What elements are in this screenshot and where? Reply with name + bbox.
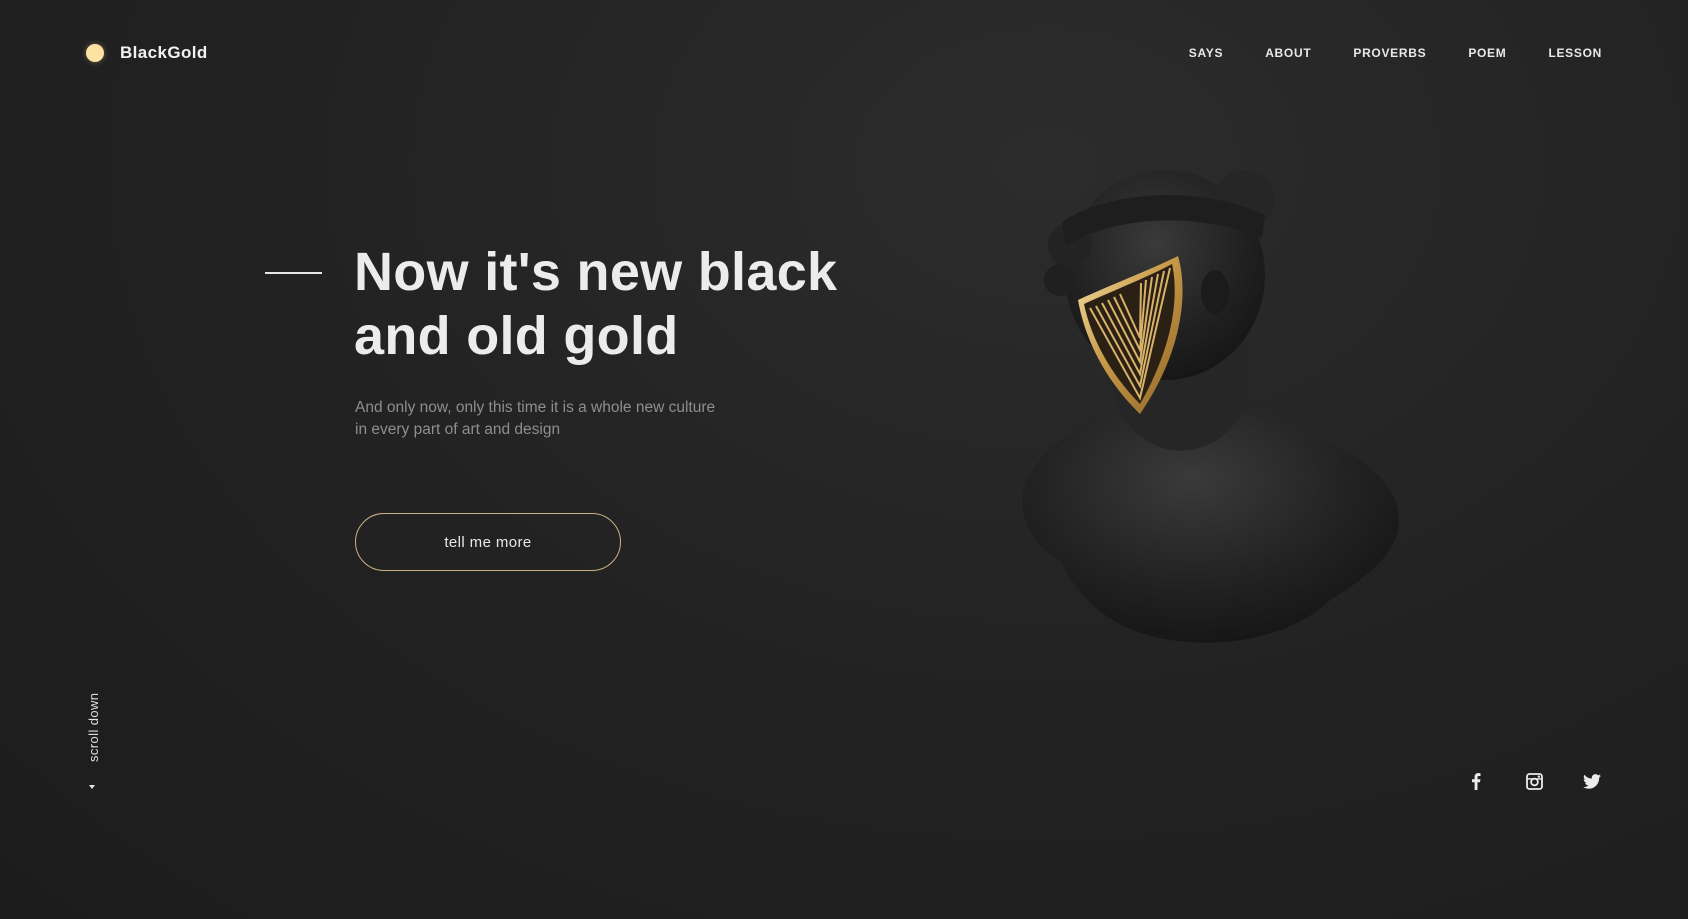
scroll-down-indicator[interactable]: scroll down <box>80 688 108 798</box>
logo[interactable]: BlackGold <box>86 43 208 63</box>
hero-title-line-1: Now it's new black <box>354 242 838 302</box>
facebook-icon[interactable] <box>1466 771 1486 791</box>
hero-subtitle: And only now, only this time it is a who… <box>355 397 775 441</box>
twitter-icon[interactable] <box>1582 771 1602 791</box>
social-links <box>1466 771 1602 791</box>
tell-me-more-button[interactable]: tell me more <box>355 513 621 571</box>
logo-dot-icon <box>86 44 104 62</box>
arrow-down-icon <box>89 785 95 789</box>
nav-item-poem[interactable]: POEM <box>1468 46 1506 60</box>
nav-item-says[interactable]: SAYS <box>1189 46 1223 60</box>
hero-title-line-2: and old gold <box>354 306 679 366</box>
logo-text: BlackGold <box>120 43 208 62</box>
hero-divider-line <box>265 272 322 274</box>
hero-subtitle-line-2: in every part of art and design <box>355 421 561 438</box>
nav-item-lesson[interactable]: LESSON <box>1548 46 1602 60</box>
scroll-down-label: scroll down <box>86 692 101 762</box>
main-nav: SAYS ABOUT PROVERBS POEM LESSON <box>1189 46 1602 60</box>
nav-item-about[interactable]: ABOUT <box>1265 46 1311 60</box>
bust-with-gold-mask-icon <box>1022 170 1399 643</box>
nav-item-proverbs[interactable]: PROVERBS <box>1353 46 1426 60</box>
hero-subtitle-line-1: And only now, only this time it is a who… <box>355 399 716 416</box>
instagram-icon[interactable] <box>1524 771 1544 791</box>
hero-title: Now it's new black and old gold <box>354 240 837 368</box>
